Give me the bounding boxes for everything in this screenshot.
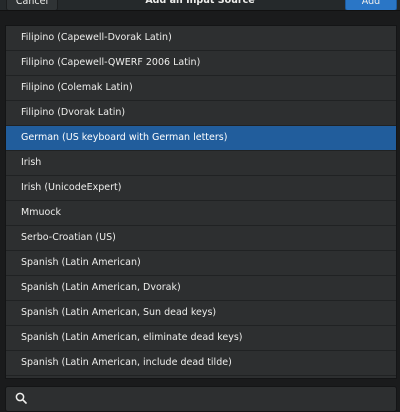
list-item[interactable]: Mmuock xyxy=(6,201,396,226)
search-input[interactable] xyxy=(5,386,397,412)
list-item[interactable]: Spanish (Latin American, eliminate dead … xyxy=(6,326,396,351)
list-item[interactable]: Serbo-Croatian (US) xyxy=(6,226,396,251)
list-item[interactable]: Spanish (Latin American, include dead ti… xyxy=(6,351,396,376)
list-item-selected[interactable]: German (US keyboard with German letters) xyxy=(6,126,396,151)
list-item[interactable]: Filipino (Colemak Latin) xyxy=(6,76,396,101)
dialog-header: Cancel Add an Input Source Add xyxy=(0,0,400,11)
dialog-title: Add an Input Source xyxy=(145,0,255,6)
list-item[interactable]: Irish (UnicodeExpert) xyxy=(6,176,396,201)
list-item[interactable]: Filipino (Dvorak Latin) xyxy=(6,101,396,126)
list-item[interactable]: Irish xyxy=(6,151,396,176)
list-item[interactable]: Spanish (Latin American, Dvorak) xyxy=(6,276,396,301)
list-item[interactable]: Filipino (Capewell-QWERF 2006 Latin) xyxy=(6,51,396,76)
list-item[interactable]: Filipino (Capewell-Dvorak Latin) xyxy=(6,26,396,51)
input-source-list[interactable]: Filipino (Capewell-Dvorak Latin) Filipin… xyxy=(5,25,397,379)
add-button[interactable]: Add xyxy=(345,0,397,10)
list-item[interactable]: Spanish (Latin American, Sun dead keys) xyxy=(6,301,396,326)
list-item[interactable]: Spanish (Latin American) xyxy=(6,251,396,276)
